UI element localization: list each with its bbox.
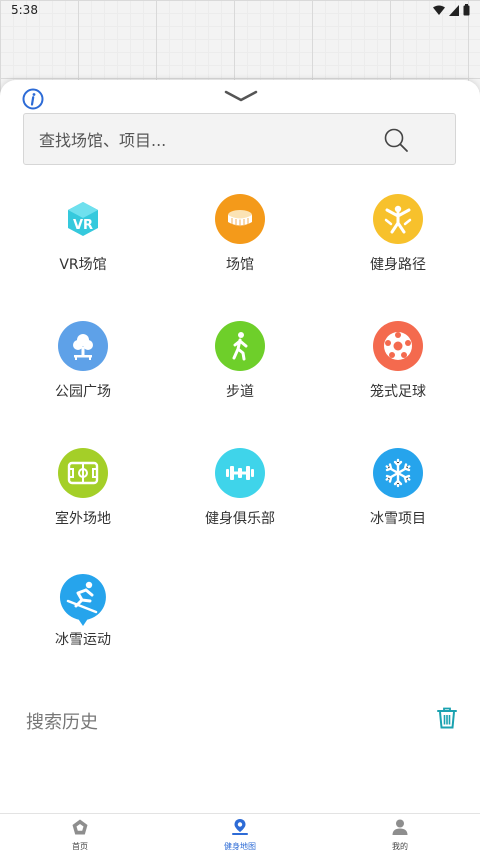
category-ice-snow[interactable]: 冰雪项目	[318, 448, 478, 528]
search-input[interactable]	[37, 114, 381, 166]
field-icon	[58, 448, 108, 498]
nav-mine[interactable]: 我的	[360, 818, 440, 852]
nav-fitness-map[interactable]: 健身地图	[200, 818, 280, 852]
category-cage-football[interactable]: 笼式足球	[318, 321, 478, 401]
category-trail[interactable]: 步道	[160, 321, 320, 401]
home-icon	[72, 819, 88, 835]
category-label: 场馆	[226, 257, 254, 273]
category-park-square[interactable]: 公园广场	[3, 321, 163, 401]
fitness-path-icon	[373, 194, 423, 244]
nav-label: 首页	[72, 842, 88, 851]
status-time: 5:38	[11, 3, 38, 17]
svg-text:VR: VR	[73, 218, 93, 233]
category-fitness-path[interactable]: 健身路径	[318, 194, 478, 274]
football-icon	[373, 321, 423, 371]
category-label: 冰雪项目	[370, 511, 426, 527]
snowflake-icon	[373, 448, 423, 498]
stadium-icon	[215, 194, 265, 244]
walking-icon	[215, 321, 265, 371]
search-icon[interactable]	[383, 127, 409, 153]
chevron-down-icon[interactable]	[224, 89, 258, 103]
search-box[interactable]	[23, 113, 456, 166]
category-label: 步道	[226, 384, 254, 400]
status-icons	[433, 4, 470, 16]
category-label: 笼式足球	[370, 384, 426, 400]
category-label: VR场馆	[59, 257, 107, 273]
status-bar: 5:38	[0, 0, 480, 22]
category-venue[interactable]: 场馆	[160, 194, 320, 274]
battery-icon	[463, 4, 470, 16]
category-label: 室外场地	[55, 511, 111, 527]
category-vr-venue[interactable]: VR VR场馆	[3, 194, 163, 274]
map-pin-icon	[232, 819, 248, 835]
search-sheet: VR VR场馆 场馆 健身路径	[0, 80, 480, 813]
category-label: 冰雪运动	[55, 632, 111, 648]
category-outdoor-field[interactable]: 室外场地	[3, 448, 163, 528]
nav-label: 健身地图	[224, 842, 256, 851]
trash-icon[interactable]	[437, 707, 457, 729]
user-icon	[392, 819, 408, 835]
category-fitness-club[interactable]: 健身俱乐部	[160, 448, 320, 528]
category-label: 公园广场	[55, 384, 111, 400]
dumbbell-icon	[215, 448, 265, 498]
info-icon[interactable]	[22, 88, 44, 110]
category-ice-snow-sports[interactable]: 冰雪运动	[3, 574, 163, 649]
skiing-icon	[58, 574, 108, 626]
vr-icon: VR	[58, 194, 108, 244]
tree-icon	[58, 321, 108, 371]
category-label: 健身路径	[370, 257, 426, 273]
nav-label: 我的	[392, 842, 408, 851]
nav-home[interactable]: 首页	[40, 818, 120, 852]
search-history-title: 搜索历史	[26, 712, 98, 733]
signal-icon	[449, 4, 459, 16]
wifi-icon	[433, 5, 445, 15]
bottom-nav: 首页 健身地图 我的	[0, 813, 480, 854]
category-label: 健身俱乐部	[205, 511, 275, 527]
